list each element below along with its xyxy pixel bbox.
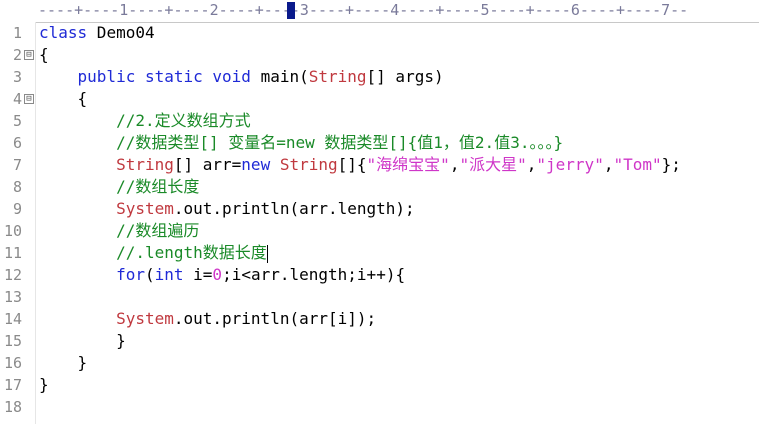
code-line[interactable]: 1 class Demo04	[0, 22, 759, 44]
column-ruler: ----+----1----+----2----+----3----+----4…	[0, 0, 759, 23]
line-number: 18	[3, 398, 22, 416]
code-comment[interactable]: //.length数据长度	[39, 242, 268, 264]
line-number: 14	[3, 310, 22, 328]
code-text[interactable]: String[] arr=new String[]{"海绵宝宝","派大星","…	[39, 154, 681, 176]
code-text[interactable]: {	[39, 44, 49, 66]
code-line[interactable]: 14 System.out.println(arr[i]);	[0, 308, 759, 330]
line-number: 7	[12, 156, 22, 174]
code-line[interactable]: 9 System.out.println(arr.length);	[0, 198, 759, 220]
line-number: 15	[3, 332, 22, 350]
code-text[interactable]: class Demo04	[39, 22, 155, 44]
code-text[interactable]: for(int i=0;i<arr.length;i++){	[39, 264, 405, 286]
fold-toggle-icon[interactable]: ⊟	[24, 50, 34, 60]
line-number: 6	[12, 134, 22, 152]
code-line[interactable]: 16 }	[0, 352, 759, 374]
code-line[interactable]: 5 //2.定义数组方式	[0, 110, 759, 132]
keyword-class: class	[39, 23, 88, 42]
code-comment[interactable]: //数组遍历	[39, 220, 199, 242]
ruler-scale: ----+----1----+----2----+----3----+----4…	[38, 1, 689, 19]
line-number: 9	[12, 200, 22, 218]
code-comment[interactable]: //2.定义数组方式	[39, 110, 251, 132]
line-number: 5	[12, 112, 22, 130]
code-text[interactable]: }	[39, 330, 126, 352]
code-comment[interactable]: //数组长度	[39, 176, 199, 198]
line-number: 3	[12, 68, 22, 86]
code-line[interactable]: 11 //.length数据长度	[0, 242, 759, 264]
code-text[interactable]: public static void main(String[] args)	[39, 66, 444, 88]
line-number: 8	[12, 178, 22, 196]
code-line[interactable]: 18	[0, 396, 759, 418]
line-number: 16	[3, 354, 22, 372]
code-text[interactable]: System.out.println(arr.length);	[39, 198, 415, 220]
code-line[interactable]: 4 ⊟ {	[0, 88, 759, 110]
code-text[interactable]: {	[39, 88, 88, 110]
code-line[interactable]: 8 //数组长度	[0, 176, 759, 198]
code-text[interactable]: System.out.println(arr[i]);	[39, 308, 376, 330]
line-number: 11	[3, 244, 22, 262]
line-number: 17	[3, 376, 22, 394]
code-text[interactable]: }	[39, 374, 49, 396]
text-caret	[266, 244, 268, 263]
code-line[interactable]: 15 }	[0, 330, 759, 352]
line-number: 13	[3, 288, 22, 306]
fold-toggle-icon[interactable]: ⊟	[24, 94, 34, 104]
line-number: 4	[12, 90, 22, 108]
code-line[interactable]: 13	[0, 286, 759, 308]
code-line[interactable]: 2 ⊟ {	[0, 44, 759, 66]
code-line[interactable]: 7 String[] arr=new String[]{"海绵宝宝","派大星"…	[0, 154, 759, 176]
code-line[interactable]: 6 //数据类型[] 变量名=new 数据类型[]{值1，值2.值3.。。。}	[0, 132, 759, 154]
code-line[interactable]: 10 //数组遍历	[0, 220, 759, 242]
line-number: 10	[3, 222, 22, 240]
caret-column-marker	[287, 2, 295, 19]
code-line[interactable]: 12 for(int i=0;i<arr.length;i++){	[0, 264, 759, 286]
line-number: 2	[12, 46, 22, 64]
code-text[interactable]: }	[39, 352, 88, 374]
code-comment[interactable]: //数据类型[] 变量名=new 数据类型[]{值1，值2.值3.。。。}	[39, 132, 563, 154]
line-number: 12	[3, 266, 22, 284]
line-number: 1	[12, 24, 22, 42]
code-line[interactable]: 3 public static void main(String[] args)	[0, 66, 759, 88]
code-line[interactable]: 17 }	[0, 374, 759, 396]
